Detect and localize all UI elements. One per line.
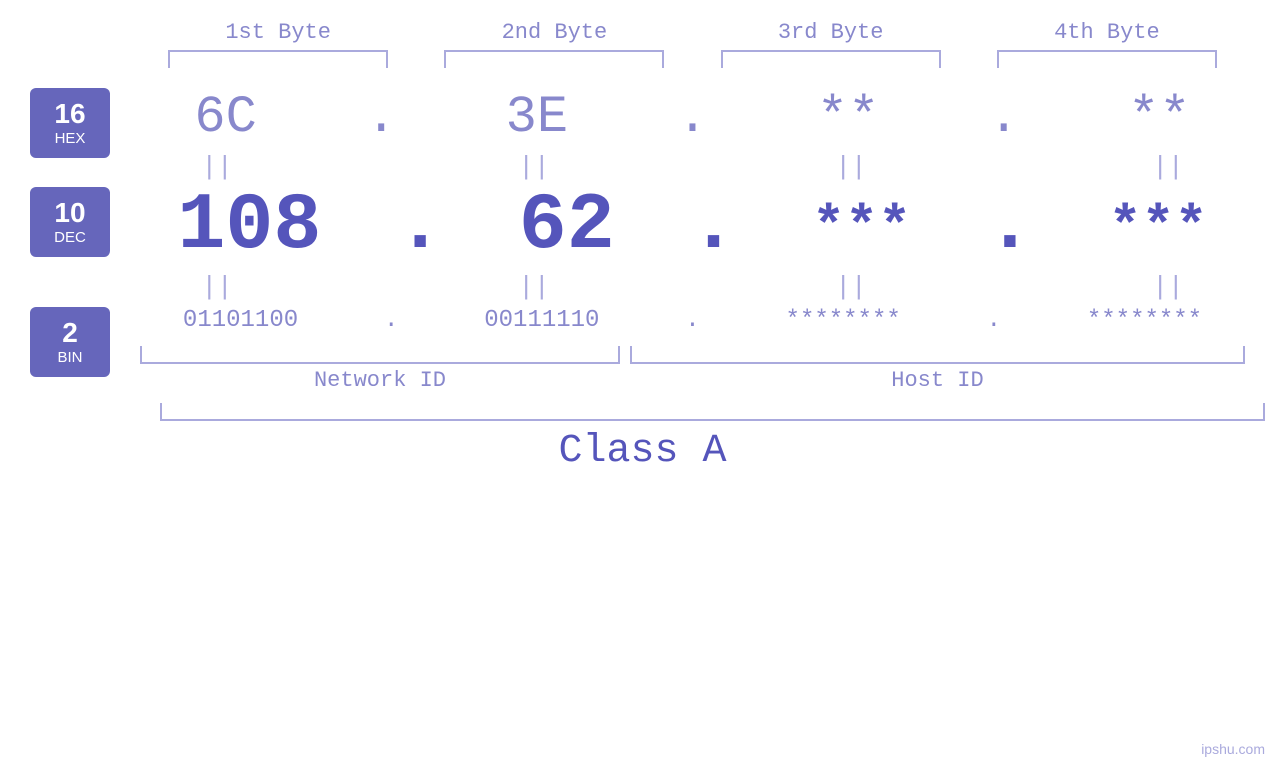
- bin-byte2: 00111110: [484, 307, 599, 334]
- bin-byte1: 01101100: [183, 307, 298, 334]
- bin-byte3: ********: [786, 307, 901, 334]
- hex-badge-name: HEX: [55, 130, 86, 147]
- byte-headers: 1st Byte 2nd Byte 3rd Byte 4th Byte: [0, 0, 1285, 45]
- top-brackets: [0, 50, 1285, 68]
- eq2-b4: ||: [1152, 272, 1183, 302]
- page: 1st Byte 2nd Byte 3rd Byte 4th Byte 16 H…: [0, 0, 1285, 767]
- hex-byte2: 3E: [506, 88, 568, 147]
- hex-byte1: 6C: [194, 88, 256, 147]
- dec-badge-num: 10: [54, 198, 85, 229]
- bottom-brackets: [0, 346, 1285, 364]
- eq1-b2: ||: [518, 152, 549, 182]
- bin-row: 01101100 . 00111110 . ******** . *******…: [0, 307, 1285, 334]
- bracket-top-3: [721, 50, 941, 68]
- class-label: Class A: [558, 429, 726, 474]
- hex-row: 6C . 3E . ** . **: [0, 88, 1285, 147]
- dec-byte4: ***: [1109, 200, 1208, 255]
- byte3-label: 3rd Byte: [721, 20, 941, 45]
- hex-badge-num: 16: [54, 99, 85, 130]
- bin-badge-name: BIN: [57, 349, 82, 366]
- dec-byte2: 62: [519, 187, 615, 267]
- byte4-label: 4th Byte: [997, 20, 1217, 45]
- bin-byte4: ********: [1087, 307, 1202, 334]
- bracket-top-2: [444, 50, 664, 68]
- hex-dot2: .: [677, 88, 708, 147]
- bracket-host: [630, 346, 1245, 364]
- bracket-top-1: [168, 50, 388, 68]
- bin-dot1: .: [384, 307, 398, 334]
- id-labels: Network ID Host ID: [0, 368, 1285, 393]
- dec-dot3: .: [986, 187, 1034, 267]
- eq1-b4: ||: [1152, 152, 1183, 182]
- hex-dot3: .: [988, 88, 1019, 147]
- host-id-label: Host ID: [630, 368, 1245, 393]
- bin-dot2: .: [685, 307, 699, 334]
- hex-byte3: **: [817, 88, 879, 147]
- eq2-b3: ||: [835, 272, 866, 302]
- dec-row: 108 . 62 . *** . ***: [0, 187, 1285, 267]
- dec-byte1: 108: [177, 187, 321, 267]
- full-bracket: [160, 403, 1265, 421]
- bracket-network: [140, 346, 620, 364]
- dec-dot2: .: [689, 187, 737, 267]
- hex-byte4: **: [1128, 88, 1190, 147]
- bracket-top-4: [997, 50, 1217, 68]
- eq1-b3: ||: [835, 152, 866, 182]
- byte1-label: 1st Byte: [168, 20, 388, 45]
- bin-dot3: .: [987, 307, 1001, 334]
- equals-row-1: || || || ||: [0, 152, 1285, 182]
- watermark: ipshu.com: [1201, 741, 1265, 757]
- eq2-b1: ||: [201, 272, 232, 302]
- hex-dot1: .: [366, 88, 397, 147]
- dec-dot1: .: [396, 187, 444, 267]
- eq2-b2: ||: [518, 272, 549, 302]
- hex-badge: 16 HEX: [30, 88, 110, 158]
- network-id-label: Network ID: [140, 368, 620, 393]
- dec-badge-name: DEC: [54, 229, 86, 246]
- byte2-label: 2nd Byte: [444, 20, 664, 45]
- bin-badge: 2 BIN: [30, 307, 110, 377]
- dec-byte3: ***: [812, 200, 911, 255]
- equals-row-2: || || || ||: [0, 272, 1285, 302]
- bin-badge-num: 2: [62, 318, 78, 349]
- dec-badge: 10 DEC: [30, 187, 110, 257]
- eq1-b1: ||: [201, 152, 232, 182]
